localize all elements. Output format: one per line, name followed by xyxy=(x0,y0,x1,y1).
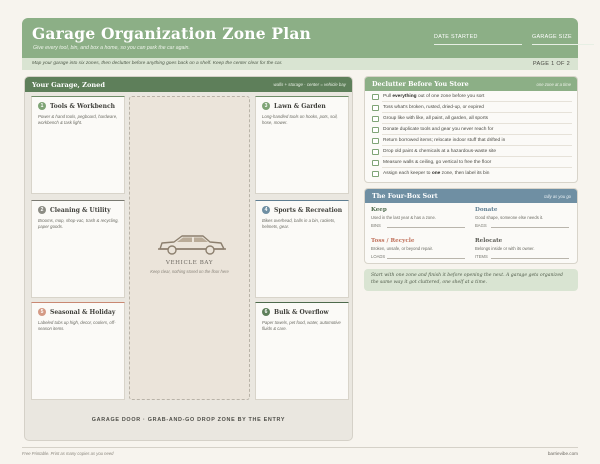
garage-size-field[interactable]: GARAGE SIZE xyxy=(532,34,594,45)
checkbox[interactable] xyxy=(372,170,379,177)
declutter-header: Declutter Before You Store one zone at a… xyxy=(365,77,577,91)
instruction-text: Map your garage into six zones, then dec… xyxy=(32,61,283,66)
tally-field[interactable]: BAGS xyxy=(475,223,573,228)
sort-box-desc: Good shape, someone else needs it. xyxy=(475,214,544,220)
sort-box-desc: Used in the last year & has a zone. xyxy=(371,214,436,220)
checklist-text: Pull everything out of one zone before y… xyxy=(383,94,485,99)
sort-box-keep: Keep Used in the last year & has a zone.… xyxy=(371,207,469,228)
page-subtitle: Give every tool, bin, and box a home, so… xyxy=(33,45,190,51)
checklist-text: Toss what's broken, rusted, dried-up, or… xyxy=(383,105,484,110)
checkbox[interactable] xyxy=(372,104,379,111)
tip-text: Start with one zone and finish it before… xyxy=(371,273,563,285)
date-started-label: DATE STARTED xyxy=(434,34,478,40)
checklist-item[interactable]: Toss what's broken, rusted, dried-up, or… xyxy=(370,103,574,113)
sort-box-desc: Belongs inside or with its owner. xyxy=(475,245,535,251)
tip-note: Start with one zone and finish it before… xyxy=(364,269,578,291)
checklist-item[interactable]: Return borrowed items; relocate indoor s… xyxy=(370,136,574,146)
car-icon xyxy=(158,235,226,255)
zone-card-sports: 4 Sports & Recreation Bikes overhead, ba… xyxy=(255,200,349,298)
tally-field[interactable]: LOADS xyxy=(371,254,469,259)
checklist-text: Assign each keeper to one zone, then lab… xyxy=(383,171,490,176)
declutter-note: one zone at a time xyxy=(536,81,571,87)
zone-description: Brooms, mop, shop-vac, trash & recycling… xyxy=(38,218,119,229)
zone-title: Sports & Recreation xyxy=(274,206,343,214)
footer-divider xyxy=(22,447,578,448)
checkbox[interactable] xyxy=(372,115,379,122)
declutter-checklist: Declutter Before You Store one zone at a… xyxy=(364,76,578,183)
four-box-note: tally as you go xyxy=(544,193,571,199)
garage-size-label: GARAGE SIZE xyxy=(532,34,572,40)
checklist-text: Group like with like, all paint, all gar… xyxy=(383,116,489,121)
zone-card-seasonal: 5 Seasonal & Holiday Labeled tubs up hig… xyxy=(31,302,125,400)
checklist-text: Drop old paint & chemicals at a hazardou… xyxy=(383,149,497,154)
garage-door-label: GARAGE DOOR · GRAB-AND-GO DROP ZONE BY T… xyxy=(91,417,286,423)
zone-title: Tools & Workbench xyxy=(50,102,115,110)
zone-card-lawn: 3 Lawn & Garden Long-handled tools on ho… xyxy=(255,96,349,194)
tally-field[interactable]: ITEMS xyxy=(475,254,573,259)
zone-card-bulk: 6 Bulk & Overflow Paper towels, pet food… xyxy=(255,302,349,400)
sort-box-name: Toss / Recycle xyxy=(371,238,415,244)
date-started-line xyxy=(434,44,522,45)
printable-page: Garage Organization Zone Plan Give every… xyxy=(0,0,600,464)
tally-field[interactable]: BINS xyxy=(371,223,469,228)
checkbox[interactable] xyxy=(372,148,379,155)
zone-description: Labeled tubs up high, decor, coolers, of… xyxy=(38,320,116,331)
zone-number: 3 xyxy=(262,102,270,110)
garage-zone-map: Your Garage, Zoned walls + storage · cen… xyxy=(24,76,353,441)
garage-size-line xyxy=(532,44,594,45)
sort-box-toss: Toss / Recycle Broken, unsafe, or beyond… xyxy=(371,238,469,259)
zone-map-legend: walls + storage · center = vehicle bay xyxy=(273,81,346,87)
zone-title: Bulk & Overflow xyxy=(274,308,329,316)
sort-box-name: Donate xyxy=(475,207,498,213)
checklist-text: Donate duplicate tools and gear you neve… xyxy=(383,127,494,132)
sort-box-desc: Broken, unsafe, or beyond repair. xyxy=(371,245,433,251)
sort-box-name: Relocate xyxy=(475,238,503,244)
four-box-header: The Four-Box Sort tally as you go xyxy=(365,189,577,203)
checklist-item[interactable]: Assign each keeper to one zone, then lab… xyxy=(370,169,574,179)
zone-number: 6 xyxy=(262,308,270,316)
checkbox[interactable] xyxy=(372,93,379,100)
checklist-item[interactable]: Drop old paint & chemicals at a hazardou… xyxy=(370,147,574,157)
checkbox[interactable] xyxy=(372,159,379,166)
page-number: PAGE 1 OF 2 xyxy=(532,60,570,67)
page-title: Garage Organization Zone Plan xyxy=(32,24,312,43)
vehicle-bay-note: Keep clear, nothing stored on the floor … xyxy=(150,269,229,274)
zone-description: Paper towels, pet food, water, automotiv… xyxy=(262,320,341,331)
checklist-item[interactable]: Group like with like, all paint, all gar… xyxy=(370,114,574,124)
checklist-item[interactable]: Donate duplicate tools and gear you neve… xyxy=(370,125,574,135)
checklist-item[interactable]: Pull everything out of one zone before y… xyxy=(370,92,574,102)
checklist-text: Measure walls & ceiling, go vertical to … xyxy=(383,160,492,165)
footer-note: Free Printable. Print as many copies as … xyxy=(22,451,114,456)
zone-description: Long-handled tools on hooks, pots, soil,… xyxy=(262,114,338,125)
zone-map-header: Your Garage, Zoned walls + storage · cen… xyxy=(25,77,352,92)
zone-number: 1 xyxy=(38,102,46,110)
header-banner: Garage Organization Zone Plan Give every… xyxy=(22,18,594,58)
checklist-item[interactable]: Measure walls & ceiling, go vertical to … xyxy=(370,158,574,168)
vehicle-bay: VEHICLE BAY Keep clear, nothing stored o… xyxy=(129,96,250,400)
zone-map-title: Your Garage, Zoned xyxy=(32,80,105,89)
vehicle-bay-label: VEHICLE BAY xyxy=(165,260,214,266)
sort-box-relocate: Relocate Belongs inside or with its owne… xyxy=(475,238,573,259)
zone-number: 2 xyxy=(38,206,46,214)
zone-description: Power & hand tools, pegboard, hardware, … xyxy=(38,114,118,125)
zone-card-tools: 1 Tools & Workbench Power & hand tools, … xyxy=(31,96,125,194)
checkbox[interactable] xyxy=(372,137,379,144)
sort-box-name: Keep xyxy=(371,207,387,213)
checklist-text: Return borrowed items; relocate indoor s… xyxy=(383,138,506,143)
zone-title: Seasonal & Holiday xyxy=(50,308,116,316)
footer-website[interactable]: barrievibe.com xyxy=(548,451,578,456)
zone-title: Cleaning & Utility xyxy=(50,206,111,214)
zone-title: Lawn & Garden xyxy=(274,102,326,110)
four-box-title: The Four-Box Sort xyxy=(372,192,438,200)
sort-box-donate: Donate Good shape, someone else needs it… xyxy=(475,207,573,228)
zone-number: 5 xyxy=(38,308,46,316)
zone-number: 4 xyxy=(262,206,270,214)
zone-card-cleaning: 2 Cleaning & Utility Brooms, mop, shop-v… xyxy=(31,200,125,298)
checkbox[interactable] xyxy=(372,126,379,133)
zone-description: Bikes overhead, balls in a bin, rackets,… xyxy=(262,218,336,229)
declutter-title: Declutter Before You Store xyxy=(372,80,469,88)
instruction-bar: Map your garage into six zones, then dec… xyxy=(22,58,578,70)
four-box-sort: The Four-Box Sort tally as you go Keep U… xyxy=(364,188,578,264)
date-started-field[interactable]: DATE STARTED xyxy=(434,34,522,45)
